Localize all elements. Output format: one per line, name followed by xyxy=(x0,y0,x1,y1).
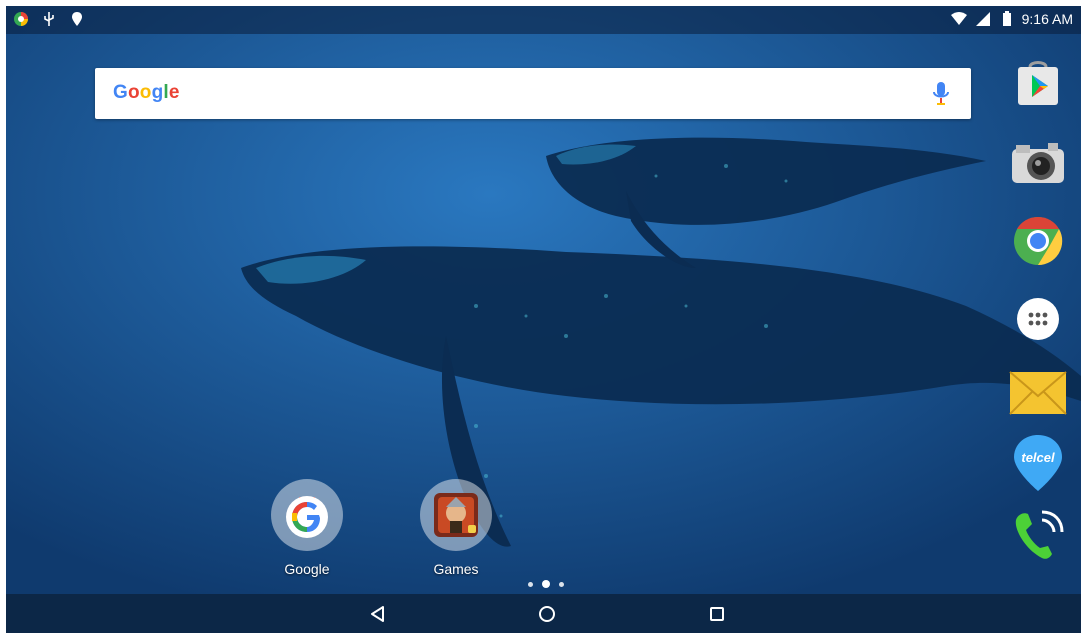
google-shortcut[interactable]: Google xyxy=(262,479,352,577)
google-logo: Google xyxy=(113,82,180,103)
games-folder-icon xyxy=(420,479,492,551)
google-search-bar[interactable]: Google xyxy=(95,68,971,119)
app-notification-icon xyxy=(12,10,30,28)
google-g-icon xyxy=(271,479,343,551)
play-store-icon[interactable] xyxy=(1006,54,1070,112)
wifi-icon xyxy=(950,10,968,28)
cellular-signal-icon xyxy=(974,10,992,28)
games-folder-label: Games xyxy=(433,561,479,577)
telcel-icon[interactable]: telcel xyxy=(1006,434,1070,492)
back-icon[interactable] xyxy=(363,602,393,626)
status-time: 9:16 AM xyxy=(1021,11,1073,27)
recents-icon[interactable] xyxy=(702,602,732,626)
email-icon[interactable] xyxy=(1006,364,1070,422)
google-shortcut-label: Google xyxy=(284,561,330,577)
home-screen: 9:16 AM Google Google Games telcel xyxy=(6,6,1081,633)
app-drawer-icon[interactable] xyxy=(1006,290,1070,348)
status-bar: 9:16 AM xyxy=(6,6,1081,34)
app-dock: telcel xyxy=(1006,54,1070,559)
page-dot-3[interactable] xyxy=(559,581,564,587)
navigation-bar xyxy=(6,594,1081,633)
page-indicator xyxy=(528,580,564,588)
page-dot-2-active[interactable] xyxy=(542,580,550,588)
mic-icon[interactable] xyxy=(931,80,951,108)
games-folder[interactable]: Games xyxy=(411,479,501,577)
location-pin-icon xyxy=(68,10,86,28)
svg-text:telcel: telcel xyxy=(1021,450,1055,465)
chrome-icon[interactable] xyxy=(1006,212,1070,270)
battery-icon xyxy=(998,10,1016,28)
usb-icon xyxy=(40,10,58,28)
camera-icon[interactable] xyxy=(1006,134,1070,192)
page-dot-1[interactable] xyxy=(528,581,533,587)
home-icon[interactable] xyxy=(532,602,562,626)
phone-icon[interactable] xyxy=(1006,506,1070,564)
